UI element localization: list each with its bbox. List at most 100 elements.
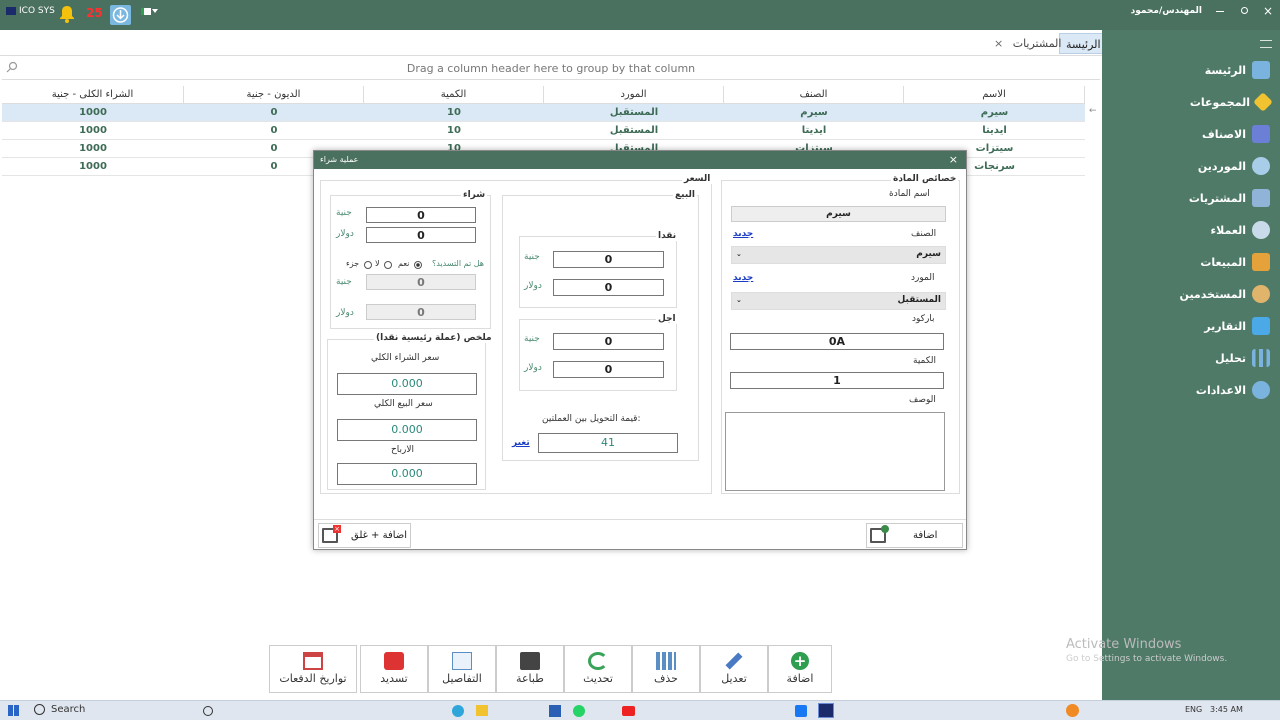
details-button[interactable]: التفاصيل xyxy=(428,645,496,693)
supplier-label: المورد xyxy=(911,273,935,283)
buy-usd-field[interactable]: 0 xyxy=(366,227,476,243)
sidebar-item-settings[interactable]: الاعدادات xyxy=(1102,375,1280,405)
new-supplier-link[interactable]: جديد xyxy=(733,273,753,283)
payment-dates-button[interactable]: تواريخ الدفعات xyxy=(269,645,357,693)
description-textarea[interactable] xyxy=(725,412,945,491)
cell-category: ايديتا xyxy=(801,125,827,136)
cell-supplier: المستقبل xyxy=(609,125,659,136)
restore-icon[interactable] xyxy=(1241,7,1248,14)
dialog-close-icon[interactable]: × xyxy=(949,151,958,169)
group-panel[interactable]: Drag a column header here to group by th… xyxy=(2,58,1100,80)
add-toolbar-button[interactable]: + اضافة xyxy=(768,645,832,693)
details-icon xyxy=(452,652,472,670)
refresh-button[interactable]: تحديث xyxy=(564,645,632,693)
column-header-total[interactable]: الشراء الكلى - جنية xyxy=(2,86,184,103)
close-icon[interactable]: × xyxy=(1263,4,1273,18)
column-header-supplier[interactable]: المورد xyxy=(544,86,724,103)
weather-icon[interactable] xyxy=(1066,704,1079,717)
pay-button[interactable]: تسديد xyxy=(360,645,428,693)
app-logo xyxy=(6,7,16,15)
chevron-down-icon[interactable] xyxy=(152,9,158,13)
sidebar-item-home[interactable]: الرئيسة xyxy=(1102,55,1280,85)
sell-title: البيع xyxy=(673,190,697,200)
hamburger-icon[interactable] xyxy=(1260,40,1272,48)
sidebar-item-suppliers[interactable]: الموردين xyxy=(1102,151,1280,181)
sidebar-item-reports[interactable]: التقارير xyxy=(1102,311,1280,341)
paid-egp-field[interactable]: 0 xyxy=(366,274,476,290)
dialog-title-bar: عملية شراء × xyxy=(314,151,966,169)
minimize-icon[interactable] xyxy=(1216,11,1224,12)
radio-yes[interactable] xyxy=(414,261,422,269)
supplier-select[interactable]: ⌄ المستقبل xyxy=(731,292,946,310)
tab-close-icon[interactable]: × xyxy=(994,37,1003,50)
home-icon xyxy=(1252,61,1270,79)
edit-button[interactable]: تعديل xyxy=(700,645,768,693)
total-buy-field: 0.000 xyxy=(337,373,477,395)
download-icon[interactable] xyxy=(110,5,131,25)
windows-start-icon[interactable] xyxy=(8,705,19,716)
column-header-name[interactable]: الاسم xyxy=(904,86,1085,103)
clock[interactable]: 3:45 AM xyxy=(1210,705,1243,714)
profit-label: الارباح xyxy=(391,445,415,455)
credit-usd-field[interactable]: 0 xyxy=(553,361,664,378)
cash-egp-field[interactable]: 0 xyxy=(553,251,664,268)
language-indicator[interactable]: ENG xyxy=(1185,705,1202,714)
column-header-category[interactable]: الصنف xyxy=(724,86,904,103)
radio-yes-label: نعم xyxy=(398,259,410,268)
app-taskbar-icon[interactable] xyxy=(818,703,834,718)
sidebar-item-users[interactable]: المستخدمين xyxy=(1102,279,1280,309)
column-header-quantity[interactable]: الكمية xyxy=(364,86,544,103)
cell-name: ايديتا xyxy=(982,125,1007,136)
whatsapp-icon[interactable] xyxy=(573,705,585,717)
category-label: الصنف xyxy=(911,229,937,239)
sidebar-item-analysis[interactable]: تحليل xyxy=(1102,343,1280,373)
refresh-icon xyxy=(588,652,608,670)
taskbar-search-icon[interactable] xyxy=(34,704,45,715)
print-button[interactable]: طباعة xyxy=(496,645,564,693)
edge-icon[interactable] xyxy=(452,705,464,717)
notification-count: 25 xyxy=(86,6,103,20)
bell-icon[interactable] xyxy=(59,5,75,23)
barcode-field[interactable]: 0A xyxy=(730,333,944,350)
dialog-footer-divider xyxy=(314,519,966,520)
column-header-debt[interactable]: الديون - جنية xyxy=(184,86,364,103)
word-icon[interactable] xyxy=(549,705,561,717)
item-name-field[interactable]: سيرم xyxy=(731,206,946,222)
sidebar-item-sales[interactable]: المبيعات xyxy=(1102,247,1280,277)
tab-purchases[interactable]: × المشتريات xyxy=(988,33,1067,54)
sidebar-item-purchases[interactable]: المشتريات xyxy=(1102,183,1280,213)
quantity-field[interactable]: 1 xyxy=(730,372,944,389)
add-badge-icon xyxy=(881,525,889,533)
task-view-icon[interactable] xyxy=(203,706,213,716)
suppliers-icon xyxy=(1252,157,1270,175)
youtube-icon[interactable] xyxy=(622,706,635,716)
cash-usd-field[interactable]: 0 xyxy=(553,279,664,296)
exchange-rate-field[interactable]: 41 xyxy=(538,433,678,453)
taskbar-search-box[interactable]: Search xyxy=(51,704,85,715)
cell-debt: 0 xyxy=(270,125,278,136)
total-sell-field: 0.000 xyxy=(337,419,477,441)
delete-button[interactable]: حذف xyxy=(632,645,700,693)
change-rate-link[interactable]: تغير xyxy=(512,438,530,448)
facebook-icon[interactable] xyxy=(795,705,807,717)
sidebar-item-customers[interactable]: العملاء xyxy=(1102,215,1280,245)
new-category-link[interactable]: جديد xyxy=(733,229,753,239)
cell-total: 1000 xyxy=(79,161,107,172)
flag-icon[interactable] xyxy=(141,8,151,15)
credit-egp-field[interactable]: 0 xyxy=(553,333,664,350)
buy-egp-field[interactable]: 0 xyxy=(366,207,476,223)
chevron-down-icon: ⌄ xyxy=(736,250,742,258)
radio-part[interactable] xyxy=(364,261,372,269)
sidebar-item-groups[interactable]: المجموعات xyxy=(1102,87,1280,117)
summary-title: ملخص (عملة رئيسية نقدا) xyxy=(374,333,494,343)
categories-icon xyxy=(1252,125,1270,143)
category-select[interactable]: ⌄ سيرم xyxy=(731,246,946,264)
purchases-icon xyxy=(1252,189,1270,207)
radio-no[interactable] xyxy=(384,261,392,269)
paid-usd-field[interactable]: 0 xyxy=(366,304,476,320)
explorer-icon[interactable] xyxy=(476,705,488,716)
add-close-button[interactable]: × اضافة + غلق xyxy=(318,523,411,548)
dialog-title: عملية شراء xyxy=(320,155,359,164)
sidebar-item-categories[interactable]: الاصناف xyxy=(1102,119,1280,149)
add-button[interactable]: اضافة xyxy=(866,523,963,548)
